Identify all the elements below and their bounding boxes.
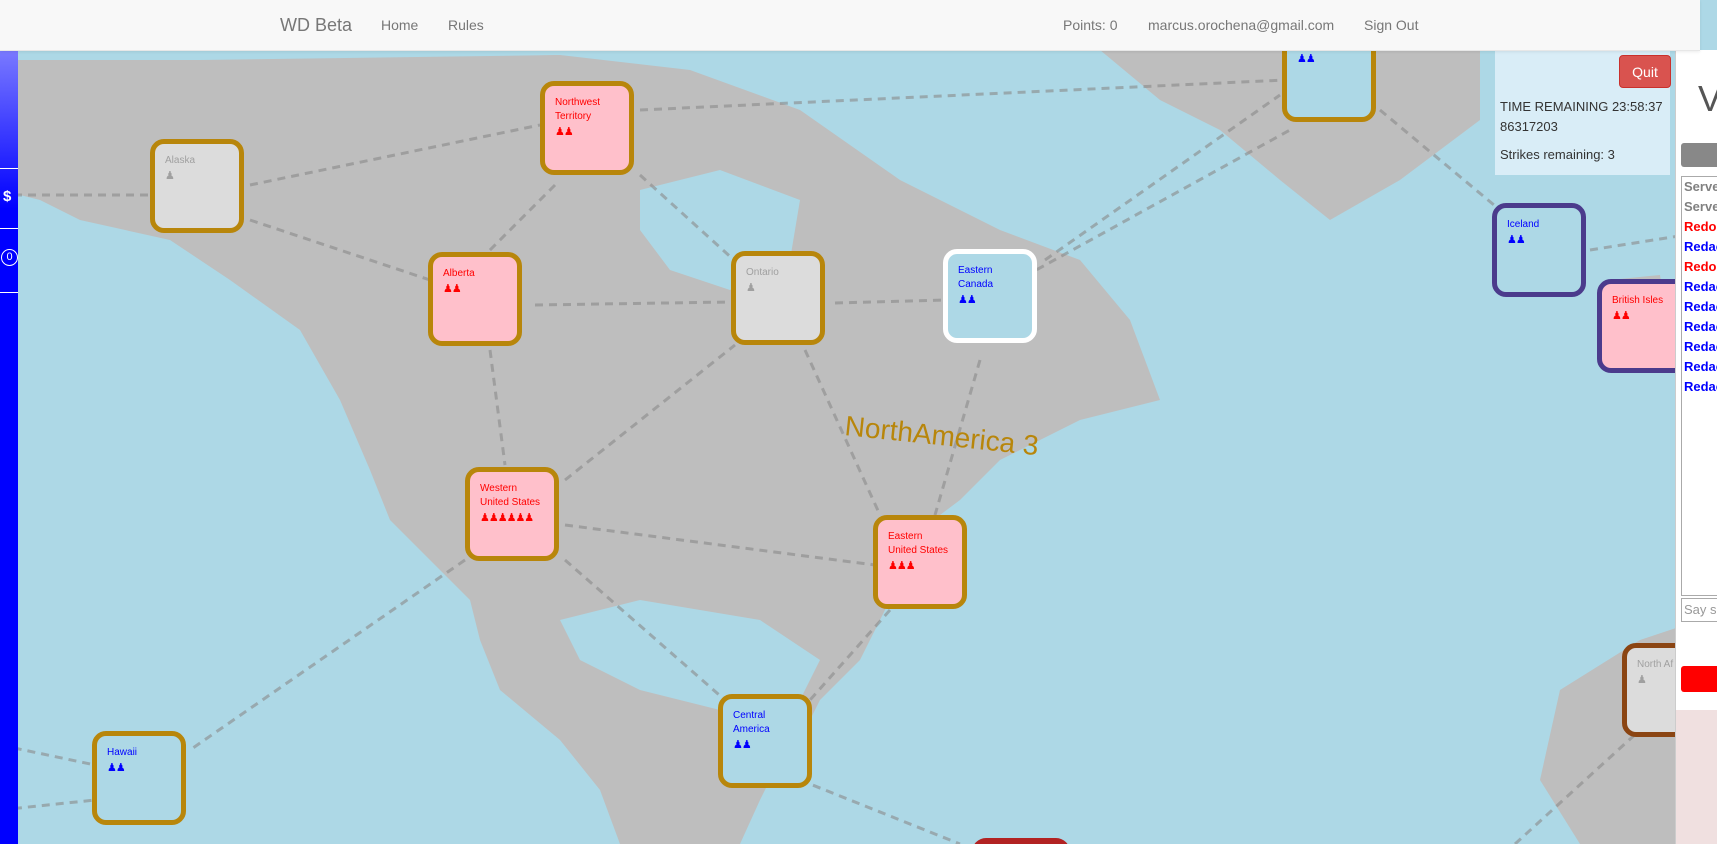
dollar-icon[interactable]: $ bbox=[3, 188, 11, 205]
points-display: Points: 0 bbox=[1063, 17, 1118, 33]
chat-message: Redo bbox=[1684, 219, 1717, 234]
unit-icons: ♟♟ bbox=[1612, 310, 1631, 322]
territory-eastern-canada[interactable]: Eastern Canada ♟♟ bbox=[943, 249, 1037, 343]
unit-icons: ♟♟♟ bbox=[888, 560, 916, 572]
territory-name: Alaska bbox=[165, 155, 196, 166]
territory-northwest-territory[interactable]: Northwest Territory ♟♟ bbox=[540, 81, 634, 175]
chat-input[interactable]: Say s bbox=[1681, 598, 1717, 622]
chat-message: Server bbox=[1684, 179, 1717, 194]
sidebar-divider bbox=[0, 228, 18, 229]
brand-link[interactable]: WD Beta bbox=[280, 15, 352, 36]
chat-message: Redac bbox=[1684, 319, 1717, 334]
territory-name: Hawaii bbox=[107, 747, 138, 758]
territory-iceland[interactable]: Iceland ♟♟ bbox=[1492, 203, 1586, 297]
sidebar-divider bbox=[0, 292, 18, 293]
territory-ontario[interactable]: Ontario ♟ bbox=[731, 251, 825, 345]
top-navbar: WD Beta Home Rules Points: 0 marcus.oroc… bbox=[0, 0, 1700, 51]
unit-icons: ♟♟ bbox=[107, 762, 126, 774]
unit-icons: ♟♟ bbox=[1507, 234, 1526, 246]
unit-icons: ♟♟ bbox=[733, 739, 752, 751]
territory-western-united-states[interactable]: Western United States ♟♟♟♟♟♟ bbox=[465, 467, 559, 561]
red-action-button[interactable] bbox=[1681, 666, 1717, 692]
strikes-remaining: Strikes remaining: 3 bbox=[1500, 147, 1615, 162]
chat-log[interactable]: Server Server Redo Redac Redo Redac Redac Redac… bbox=[1681, 176, 1717, 596]
territory-name: Iceland bbox=[1507, 219, 1540, 230]
nav-rules[interactable]: Rules bbox=[448, 17, 484, 33]
territory-alaska[interactable]: Alaska ♟ bbox=[150, 139, 244, 233]
territory-name: Eastern United States bbox=[888, 531, 949, 556]
chat-message: Redac bbox=[1684, 299, 1717, 314]
territory-name: North Af bbox=[1637, 659, 1674, 670]
territory-name: Ontario bbox=[746, 267, 779, 278]
time-remaining: TIME REMAINING 23:58:37 86317203 bbox=[1500, 99, 1663, 134]
chat-panel: V Server Server Redo Redac Redo Redac Redac Red… bbox=[1675, 50, 1717, 844]
panel-lower-area bbox=[1676, 710, 1717, 844]
territory-name: Eastern Canada bbox=[958, 265, 994, 290]
sign-out-link[interactable]: Sign Out bbox=[1364, 17, 1418, 33]
sidebar-divider bbox=[0, 168, 18, 169]
territory-central-america[interactable]: Central America ♟♟ bbox=[718, 694, 812, 788]
zero-badge[interactable]: 0 bbox=[1, 249, 18, 266]
chat-message: Redo bbox=[1684, 259, 1717, 274]
quit-button[interactable]: Quit bbox=[1619, 55, 1671, 88]
unit-icons: ♟♟ bbox=[1297, 53, 1316, 65]
territory-eastern-united-states[interactable]: Eastern United States ♟♟♟ bbox=[873, 515, 967, 609]
territory-name: British Isles bbox=[1612, 295, 1664, 306]
territory-hawaii[interactable]: Hawaii ♟♟ bbox=[92, 731, 186, 825]
unit-icons: ♟ bbox=[746, 282, 756, 294]
user-email[interactable]: marcus.orochena@gmail.com bbox=[1148, 17, 1334, 33]
territory-name: Central America bbox=[733, 710, 770, 735]
unit-icons: ♟♟ bbox=[443, 283, 462, 295]
unit-icons: ♟ bbox=[165, 170, 175, 182]
territory-name: Western United States bbox=[480, 483, 541, 508]
chat-message: Redac bbox=[1684, 379, 1717, 394]
chat-message: Redac bbox=[1684, 279, 1717, 294]
territory-name: Northwest Territory bbox=[555, 97, 601, 122]
unit-icons: ♟♟ bbox=[555, 126, 574, 138]
chat-message: Redac bbox=[1684, 239, 1717, 254]
territory-alberta[interactable]: Alberta ♟♟ bbox=[428, 252, 522, 346]
left-sidebar: $ 0 bbox=[0, 50, 18, 844]
chat-message: Server bbox=[1684, 199, 1717, 214]
panel-heading: V bbox=[1698, 78, 1717, 120]
panel-tab-bar[interactable] bbox=[1681, 143, 1717, 167]
unit-icons: ♟♟♟♟♟♟ bbox=[480, 512, 534, 524]
nav-home[interactable]: Home bbox=[381, 17, 418, 33]
territory-name: Alberta bbox=[443, 268, 475, 279]
chat-message: Redac bbox=[1684, 359, 1717, 374]
chat-message: Redac bbox=[1684, 339, 1717, 354]
unit-icons: ♟♟ bbox=[958, 294, 977, 306]
